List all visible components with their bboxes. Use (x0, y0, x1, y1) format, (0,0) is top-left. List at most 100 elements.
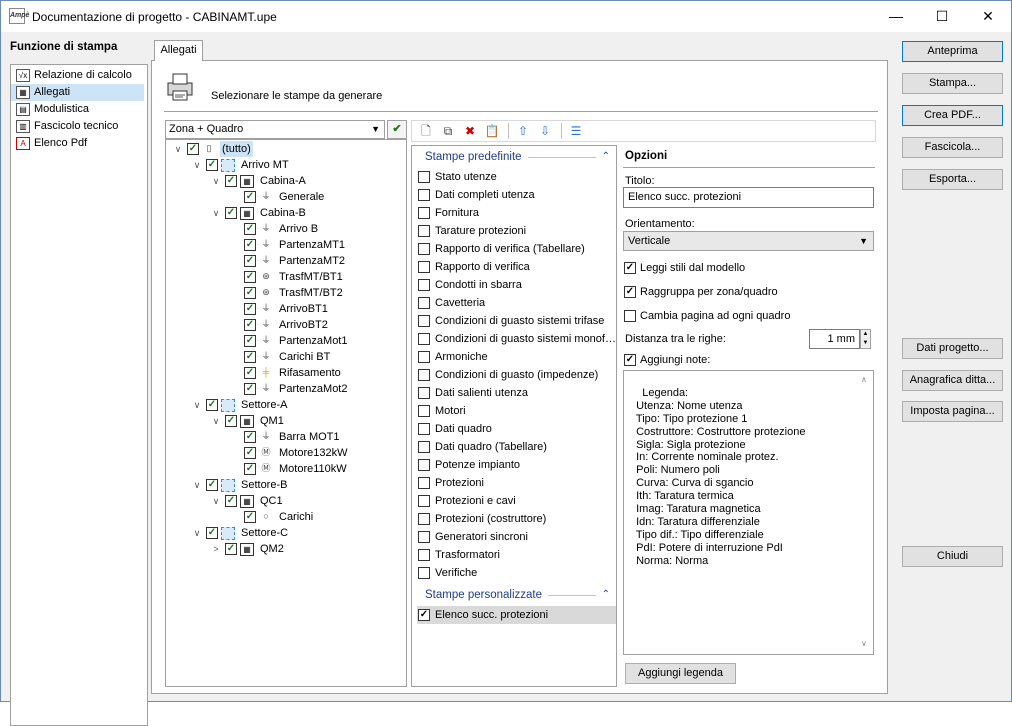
tree-node[interactable]: ✓ ⏚ PartenzaMT1 (229, 237, 347, 253)
paste-page-icon[interactable]: 📋 (482, 122, 502, 140)
tree-checkbox[interactable]: ✓ (225, 207, 237, 219)
predefined-print-item[interactable]: Motori (417, 402, 616, 420)
print-checkbox[interactable] (418, 171, 430, 183)
tree-checkbox[interactable]: ✓ (244, 383, 256, 395)
notes-textarea[interactable]: Legenda: Utenza: Nome utenza Tipo: Tipo … (623, 370, 874, 655)
custom-group-header[interactable]: Stampe personalizzate ⌃ (425, 586, 610, 604)
print-checkbox[interactable] (418, 441, 430, 453)
grouping-combo[interactable]: Zona + Quadro ▼ (165, 120, 385, 139)
predefined-print-item[interactable]: Stato utenze (417, 168, 616, 186)
tree-checkbox[interactable]: ✓ (225, 175, 237, 187)
tree-node[interactable]: ✓ ⏚ PartenzaMot2 (229, 381, 349, 397)
preview-button[interactable]: Anteprima (902, 41, 1003, 62)
create-pdf-button[interactable]: Crea PDF... (902, 105, 1003, 126)
maximize-button[interactable]: ☐ (919, 1, 965, 32)
tree-checkbox[interactable]: ✓ (244, 191, 256, 203)
add-legend-button[interactable]: Aggiungi legenda (625, 663, 736, 684)
print-checkbox[interactable] (418, 567, 430, 579)
tree-node[interactable]: ∨ ✓ ▦ QM1 (210, 413, 286, 429)
predefined-print-item[interactable]: Protezioni e cavi (417, 492, 616, 510)
close-button[interactable]: Chiudi (902, 546, 1003, 567)
print-checkbox[interactable] (418, 405, 430, 417)
print-checkbox[interactable]: ✓ (418, 609, 430, 621)
predefined-print-item[interactable]: Dati quadro (Tabellare) (417, 438, 616, 456)
page-setup-button[interactable]: Imposta pagina... (902, 401, 1003, 422)
print-function-item[interactable]: ▥ Fascicolo tecnico (11, 118, 147, 135)
expand-toggle-icon[interactable]: ∨ (191, 157, 203, 173)
move-up-icon[interactable]: ⇧ (513, 122, 533, 140)
tree-node[interactable]: ∨ ✓ Settore-B (191, 477, 289, 493)
tree-node[interactable]: ✓ ⏚ PartenzaMT2 (229, 253, 347, 269)
scroll-up-icon[interactable]: ∧ (861, 374, 867, 387)
line-distance-input[interactable]: 1 mm (809, 329, 860, 349)
print-checkbox[interactable] (418, 513, 430, 525)
expand-toggle-icon[interactable]: ∨ (210, 173, 222, 189)
predefined-print-item[interactable]: Condizioni di guasto (impedenze) (417, 366, 616, 384)
tree-node[interactable]: ✓ ⏚ Generale (229, 189, 326, 205)
print-checkbox[interactable] (418, 261, 430, 273)
print-checkbox[interactable] (418, 423, 430, 435)
expand-toggle-icon[interactable]: > (210, 541, 222, 557)
tree-checkbox[interactable]: ✓ (225, 415, 237, 427)
tree-node[interactable]: ✓ Ⓜ Motore110kW (229, 461, 349, 477)
print-function-item[interactable]: A Elenco Pdf (11, 135, 147, 152)
predefined-print-item[interactable]: Dati quadro (417, 420, 616, 438)
predefined-print-item[interactable]: Rapporto di verifica (417, 258, 616, 276)
print-checkbox[interactable] (418, 207, 430, 219)
tree-checkbox[interactable]: ✓ (244, 463, 256, 475)
title-input[interactable]: Elenco succ. protezioni (623, 187, 874, 208)
tree-checkbox[interactable]: ✓ (206, 159, 218, 171)
predefined-print-item[interactable]: Verifiche (417, 564, 616, 582)
print-function-item[interactable]: ▦ Allegati (11, 84, 144, 101)
tree-checkbox[interactable]: ✓ (244, 239, 256, 251)
bundle-button[interactable]: Fascicola... (902, 137, 1003, 158)
tree-node[interactable]: ✓ ⊛ TrasfMT/BT1 (229, 269, 345, 285)
predefined-print-item[interactable]: Condizioni di guasto sistemi trifase (417, 312, 616, 330)
tree-node[interactable]: ∨ ✓ Arrivo MT (191, 157, 291, 173)
tree-node[interactable]: ∨ ✓ ▦ Cabina-A (210, 173, 308, 189)
copy-page-icon[interactable]: ⧉ (438, 122, 458, 140)
predefined-print-item[interactable]: Condizioni di guasto sistemi monof… (417, 330, 616, 348)
project-data-button[interactable]: Dati progetto... (902, 338, 1003, 359)
tree-node[interactable]: ∨ ✓ ▦ QC1 (210, 493, 285, 509)
move-down-icon[interactable]: ⇩ (535, 122, 555, 140)
print-checkbox[interactable] (418, 243, 430, 255)
tree-node[interactable]: ∨ ✓ ▦ Cabina-B (210, 205, 308, 221)
tree-checkbox[interactable]: ✓ (206, 527, 218, 539)
tree-checkbox[interactable]: ✓ (244, 223, 256, 235)
list-menu-icon[interactable]: ☰ (566, 122, 586, 140)
predefined-print-item[interactable]: Trasformatori (417, 546, 616, 564)
delete-page-icon[interactable]: ✖ (460, 122, 480, 140)
expand-toggle-icon[interactable]: ∨ (191, 397, 203, 413)
tree-checkbox[interactable]: ✓ (244, 255, 256, 267)
tree-checkbox[interactable]: ✓ (225, 495, 237, 507)
predefined-group-header[interactable]: Stampe predefinite ⌃ (425, 148, 610, 166)
predefined-print-item[interactable]: Tarature protezioni (417, 222, 616, 240)
tree-node[interactable]: ✓ ⏚ Carichi BT (229, 349, 332, 365)
check-all-button[interactable]: ✔ (387, 120, 407, 139)
tree-node[interactable]: > ✓ ▦ QM2 (210, 541, 286, 557)
tree-checkbox[interactable]: ✓ (244, 287, 256, 299)
tree-node[interactable]: ∨ ✓ Settore-A (191, 397, 289, 413)
tree-node[interactable]: ✓ ⏚ Barra MOT1 (229, 429, 342, 445)
tree-checkbox[interactable]: ✓ (244, 431, 256, 443)
print-checkbox[interactable] (418, 279, 430, 291)
expand-toggle-icon[interactable]: ∨ (191, 477, 203, 493)
tree-checkbox[interactable]: ✓ (206, 479, 218, 491)
tree-node[interactable]: ✓ ○ Carichi (229, 509, 315, 525)
expand-toggle-icon[interactable]: ∨ (210, 413, 222, 429)
predefined-print-item[interactable]: Generatori sincroni (417, 528, 616, 546)
predefined-print-item[interactable]: Armoniche (417, 348, 616, 366)
expand-toggle-icon[interactable]: ∨ (172, 141, 184, 157)
expand-toggle-icon[interactable]: ∨ (191, 525, 203, 541)
tree-checkbox[interactable]: ✓ (244, 303, 256, 315)
export-button[interactable]: Esporta... (902, 169, 1003, 190)
tree-checkbox[interactable]: ✓ (206, 399, 218, 411)
predefined-print-item[interactable]: Rapporto di verifica (Tabellare) (417, 240, 616, 258)
collapse-chevron-icon[interactable]: ⌃ (602, 148, 610, 166)
spin-buttons[interactable]: ▲ ▼ (860, 329, 871, 349)
print-function-item[interactable]: ▤ Modulistica (11, 101, 147, 118)
tree-checkbox[interactable]: ✓ (225, 543, 237, 555)
minimize-button[interactable]: — (873, 1, 919, 32)
predefined-print-item[interactable]: Dati salienti utenza (417, 384, 616, 402)
